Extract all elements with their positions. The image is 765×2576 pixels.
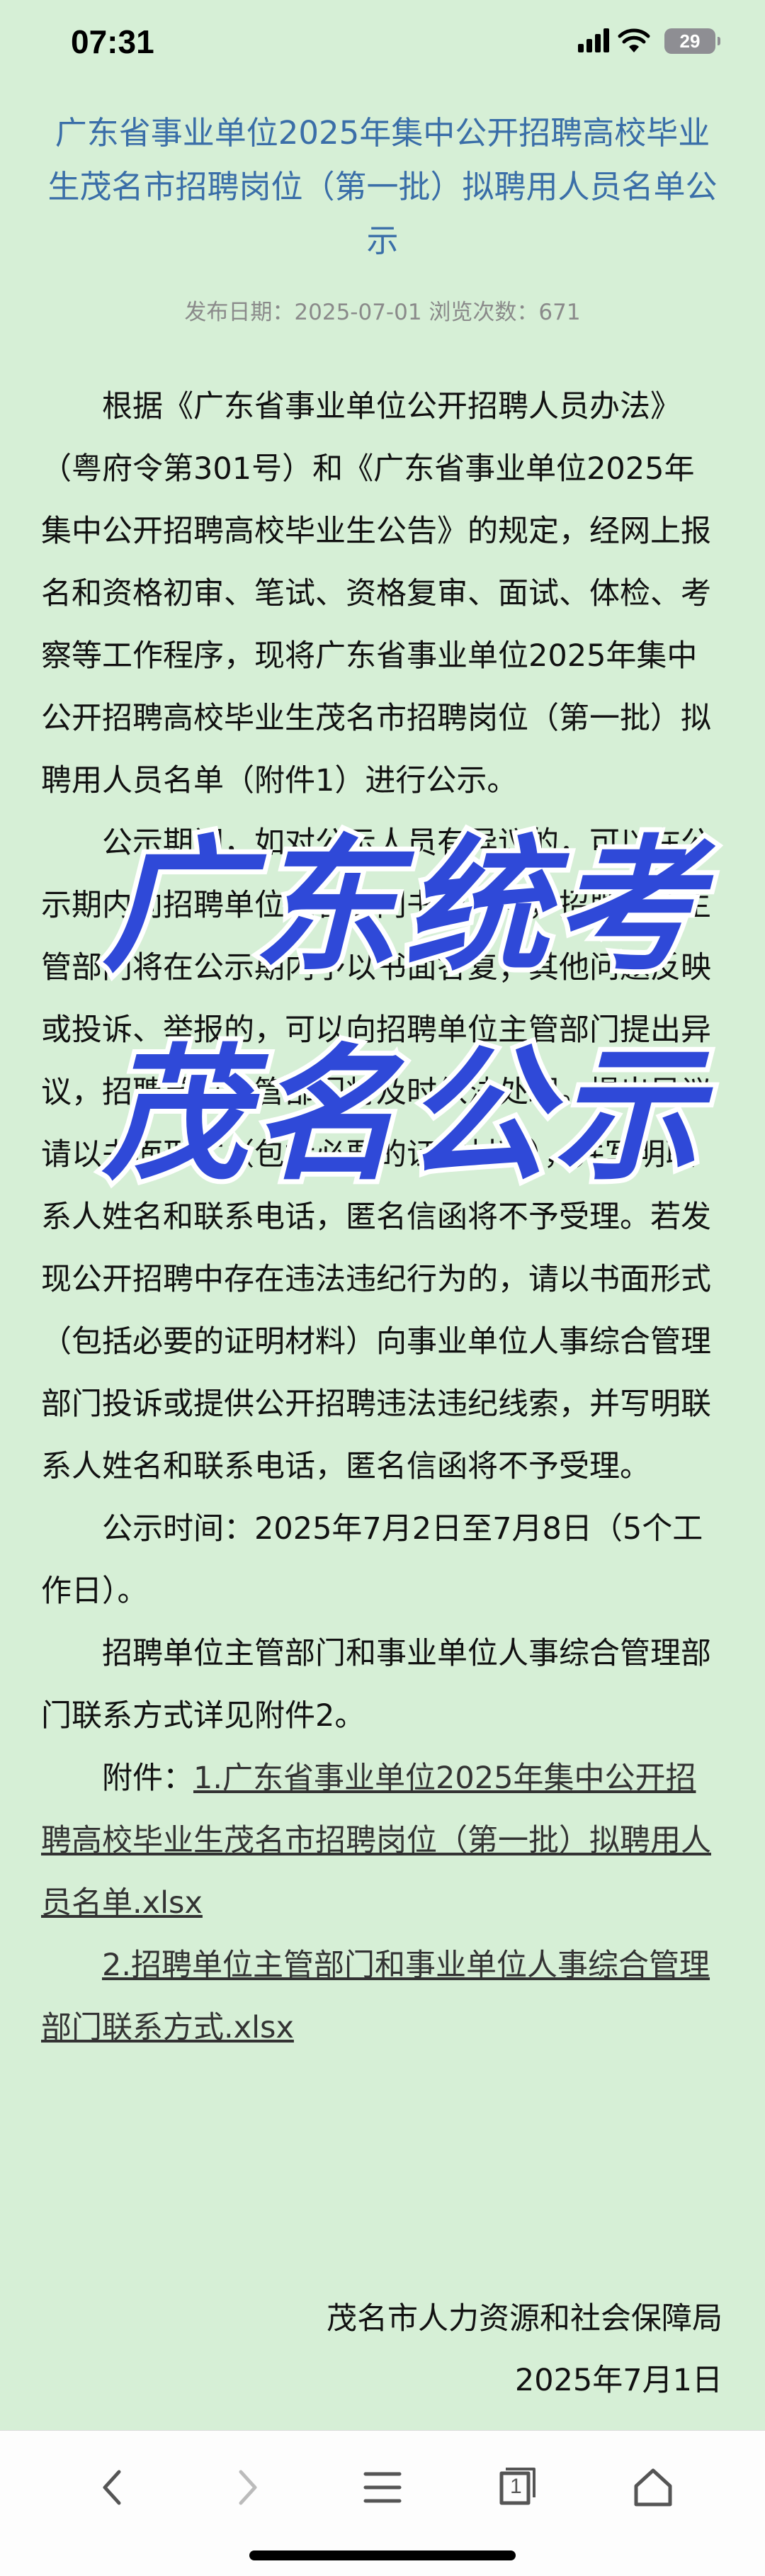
attachment-2-row: 2.招聘单位主管部门和事业单位人事综合管理部门联系方式.xlsx [41, 1934, 722, 2059]
article-meta: 发布日期：2025-07-01 浏览次数：671 [184, 300, 581, 325]
home-icon [634, 2468, 672, 2507]
back-icon [103, 2470, 121, 2505]
menu-icon [363, 2472, 402, 2503]
menu-button[interactable] [354, 2459, 411, 2516]
battery-icon: 29 [664, 28, 720, 54]
attachment-2-link[interactable]: 2.招聘单位主管部门和事业单位人事综合管理部门联系方式.xlsx [41, 1948, 710, 2045]
attachment-1-row: 附件：1.广东省事业单位2025年集中公开招聘高校毕业生茂名市招聘岗位（第一批）… [41, 1747, 722, 1934]
article-title: 广东省事业单位2025年集中公开招聘高校毕业生茂名市招聘岗位（第一批）拟聘用人员… [47, 114, 718, 260]
tabs-button[interactable]: 1 [489, 2459, 545, 2516]
home-indicator[interactable] [249, 2550, 516, 2560]
back-button[interactable] [84, 2459, 140, 2516]
status-bar: 07:31 29 [0, 0, 765, 85]
attachments-label: 附件： [102, 1761, 193, 1796]
signature-date: 2025年7月1日 [514, 2363, 722, 2398]
forward-button[interactable] [220, 2459, 276, 2516]
overlay-title-line-1: 广东统考 [97, 823, 706, 991]
status-time: 07:31 [71, 23, 154, 60]
bottom-nav: 1 [0, 2430, 765, 2576]
signal-icon [578, 28, 609, 52]
signature-org: 茂名市人力资源和社会保障局 [327, 2301, 722, 2337]
overlay-title-line-2: 茂名公示 [97, 1032, 706, 1200]
home-button[interactable] [625, 2459, 681, 2516]
paragraph-contact: 招聘单位主管部门和事业单位人事综合管理部门联系方式详见附件2。 [41, 1636, 711, 1734]
paragraph-period: 公示时间：2025年7月2日至7月8日（5个工作日）。 [41, 1511, 703, 1609]
tabs-count: 1 [510, 2475, 522, 2498]
wifi-icon [618, 28, 650, 52]
forward-icon [239, 2470, 257, 2505]
article-body: 根据《广东省事业单位公开招聘人员办法》（粤府令第301号）和《广东省事业单位20… [41, 375, 722, 2059]
paragraph-basis: 根据《广东省事业单位公开招聘人员办法》（粤府令第301号）和《广东省事业单位20… [41, 389, 711, 798]
